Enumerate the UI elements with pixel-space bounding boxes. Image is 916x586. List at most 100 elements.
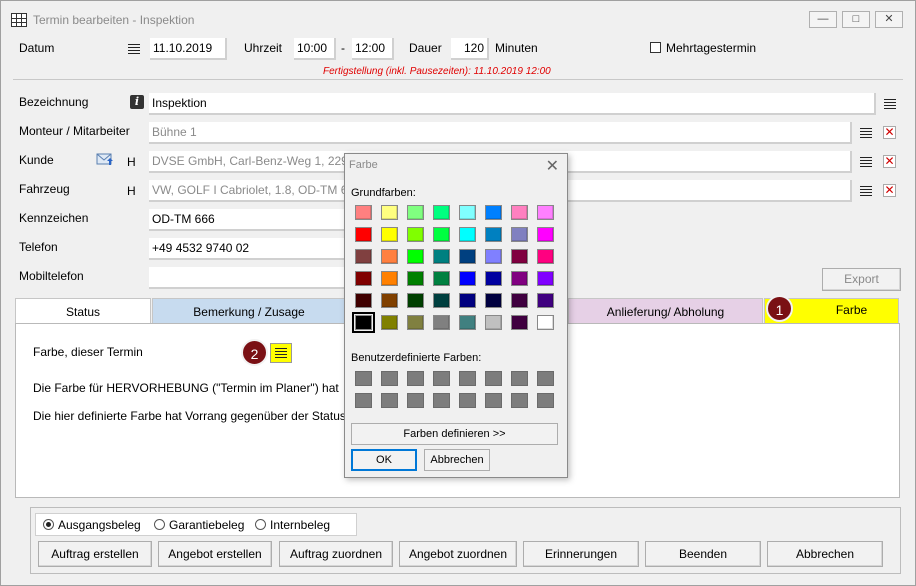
beenden-button[interactable]: Beenden [645,541,761,567]
color-swatch[interactable] [433,205,450,220]
custom-color-swatch[interactable] [355,371,372,386]
dialog-close-icon[interactable]: ✕ [546,156,559,176]
color-swatch[interactable] [459,271,476,286]
color-swatch[interactable] [511,293,528,308]
auftrag-erstellen-button[interactable]: Auftrag erstellen [38,541,152,567]
telefon-field[interactable]: +49 4532 9740 02 [149,238,349,260]
color-swatch[interactable] [459,249,476,264]
custom-color-swatch[interactable] [511,393,528,408]
angebot-erstellen-button[interactable]: Angebot erstellen [158,541,272,567]
color-swatch[interactable] [433,249,450,264]
tab-bemerkung[interactable]: Bemerkung / Zusage [152,298,346,324]
custom-color-swatch[interactable] [459,371,476,386]
color-swatch[interactable] [459,205,476,220]
custom-color-swatch[interactable] [407,371,424,386]
color-swatch[interactable] [433,227,450,242]
color-swatch[interactable] [407,227,424,242]
monteur-field[interactable]: Bühne 1 [149,122,852,144]
info-icon[interactable]: i [130,95,144,109]
color-swatch[interactable] [537,293,554,308]
radio-ausgangsbeleg[interactable] [43,519,54,530]
color-swatch[interactable] [381,315,398,330]
datum-menu-icon[interactable] [128,44,140,55]
auftrag-zuordnen-button[interactable]: Auftrag zuordnen [279,541,393,567]
color-swatch[interactable] [433,271,450,286]
color-swatch[interactable] [433,293,450,308]
kunde-delete-icon[interactable]: ✕ [883,155,896,168]
custom-color-swatch[interactable] [485,371,502,386]
farbe-picker-button[interactable] [270,343,292,363]
custom-color-swatch[interactable] [381,371,398,386]
mehrtagestermin-checkbox[interactable] [650,42,661,53]
custom-color-swatch[interactable] [537,393,554,408]
dialog-ok-button[interactable]: OK [351,449,417,471]
color-swatch[interactable] [355,227,372,242]
radio-garantiebeleg[interactable] [154,519,165,530]
color-swatch[interactable] [355,205,372,220]
color-swatch[interactable] [485,315,502,330]
bezeichnung-menu-icon[interactable] [884,99,896,110]
tab-anlieferung[interactable]: Anlieferung/ Abholung [568,298,763,324]
color-swatch[interactable] [407,271,424,286]
custom-color-swatch[interactable] [537,371,554,386]
color-swatch[interactable] [459,293,476,308]
color-swatch[interactable] [407,205,424,220]
mobiltelefon-field[interactable] [149,267,349,289]
color-swatch[interactable] [355,271,372,286]
uhrzeit-to-field[interactable]: 12:00 [352,38,394,60]
fahrzeug-delete-icon[interactable]: ✕ [883,184,896,197]
color-swatch[interactable] [352,312,375,333]
color-swatch[interactable] [537,249,554,264]
monteur-menu-icon[interactable] [860,128,872,139]
farben-definieren-button[interactable]: Farben definieren >> [351,423,558,445]
color-swatch[interactable] [485,271,502,286]
dialog-cancel-button[interactable]: Abbrechen [424,449,490,471]
color-swatch[interactable] [381,293,398,308]
custom-color-swatch[interactable] [459,393,476,408]
color-swatch[interactable] [485,205,502,220]
bezeichnung-field[interactable]: Inspektion [149,93,876,115]
custom-color-swatch[interactable] [485,393,502,408]
color-swatch[interactable] [537,271,554,286]
custom-color-swatch[interactable] [381,393,398,408]
color-swatch[interactable] [407,315,424,330]
monteur-delete-icon[interactable]: ✕ [883,126,896,139]
color-swatch[interactable] [485,293,502,308]
color-swatch[interactable] [511,315,528,330]
color-swatch[interactable] [485,227,502,242]
custom-color-swatch[interactable] [433,393,450,408]
close-button[interactable]: ✕ [875,11,903,28]
kunde-menu-icon[interactable] [860,157,872,168]
color-swatch[interactable] [381,227,398,242]
color-swatch[interactable] [355,293,372,308]
email-icon[interactable] [96,153,114,166]
color-swatch[interactable] [537,315,554,330]
abbrechen-button[interactable]: Abbrechen [767,541,883,567]
custom-color-swatch[interactable] [433,371,450,386]
uhrzeit-from-field[interactable]: 10:00 [294,38,336,60]
custom-color-swatch[interactable] [511,371,528,386]
color-swatch[interactable] [355,249,372,264]
color-swatch[interactable] [511,227,528,242]
color-swatch[interactable] [459,315,476,330]
maximize-button[interactable]: □ [842,11,870,28]
custom-color-swatch[interactable] [355,393,372,408]
color-swatch[interactable] [381,249,398,264]
color-swatch[interactable] [407,249,424,264]
angebot-zuordnen-button[interactable]: Angebot zuordnen [399,541,517,567]
color-swatch[interactable] [511,271,528,286]
color-swatch[interactable] [381,271,398,286]
color-swatch[interactable] [381,205,398,220]
export-button[interactable]: Export [822,268,901,291]
color-swatch[interactable] [433,315,450,330]
color-swatch[interactable] [485,249,502,264]
erinnerungen-button[interactable]: Erinnerungen [523,541,639,567]
radio-internbeleg[interactable] [255,519,266,530]
color-swatch[interactable] [459,227,476,242]
datum-field[interactable]: 11.10.2019 [150,38,227,60]
minimize-button[interactable]: — [809,11,837,28]
dauer-field[interactable]: 120 [451,38,489,60]
color-swatch[interactable] [407,293,424,308]
color-swatch[interactable] [537,205,554,220]
color-swatch[interactable] [537,227,554,242]
